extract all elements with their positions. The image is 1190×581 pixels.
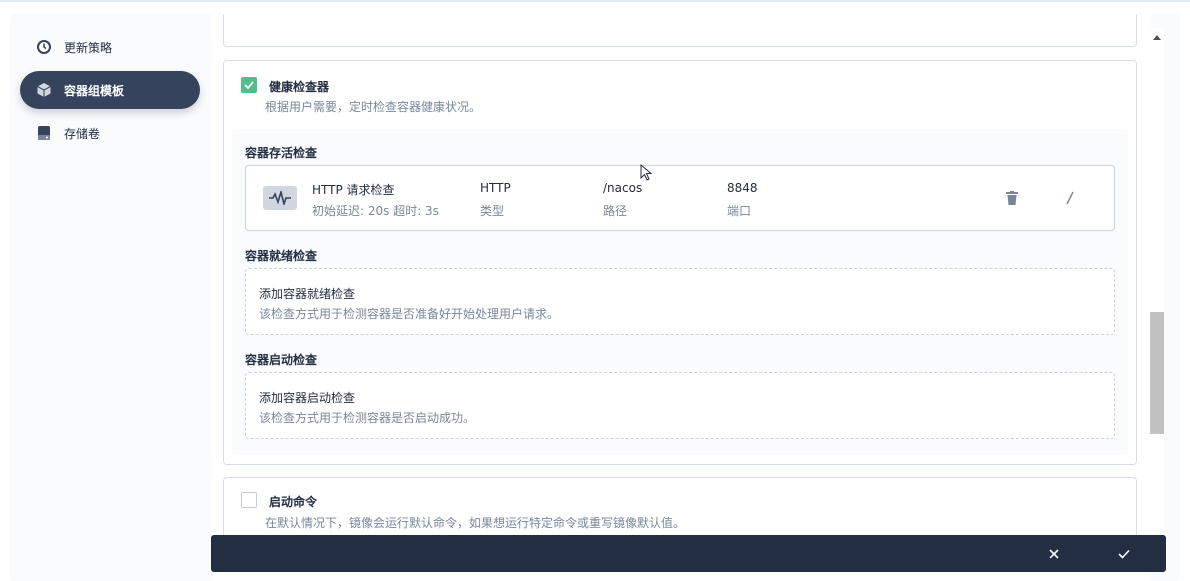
probe-path-value: /nacos [603,181,643,195]
action-footer [211,535,1166,572]
sidebar-item-label: 存储卷 [64,126,101,141]
health-checker-checkbox[interactable] [241,77,257,93]
liveness-probe-item: HTTP 请求检查 初始延迟: 20s 超时: 3s HTTP 类型 /naco… [245,165,1115,231]
start-command-title: 启动命令 [269,495,318,509]
health-checker-card: 健康检查器 根据用户需要，定时检查容器健康状况。 容器存活检查 HTTP 请求检… [223,60,1137,465]
start-command-desc: 在默认情况下，镜像会运行默认命令，如果想运行特定命令或重写镜像默认值。 [265,516,686,530]
sidebar-item-pod-template[interactable]: 容器组模板 [20,71,200,109]
probe-type-value: HTTP [480,181,511,195]
sidebar-item-update-strategy[interactable]: 更新策略 [20,28,200,66]
sidebar-nav: 更新策略 容器组模板 存储卷 [20,28,200,157]
sidebar-item-label: 更新策略 [64,40,113,55]
check-icon [244,81,254,90]
delete-probe-button[interactable] [1002,188,1022,208]
add-readiness-desc: 该检查方式用于检测容器是否准备好开始处理用户请求。 [259,307,560,321]
top-divider [0,0,1190,2]
triangle-up-icon [1153,35,1161,40]
probe-meta: 初始延迟: 20s 超时: 3s [312,204,439,218]
liveness-title: 容器存活检查 [245,146,318,160]
add-startup-title: 添加容器启动检查 [259,391,356,405]
sidebar-item-label: 容器组模板 [64,83,125,98]
probe-path-label: 路径 [603,204,628,218]
main-content: 健康检查器 根据用户需要，定时检查容器健康状况。 容器存活检查 HTTP 请求检… [211,14,1151,581]
scrollbar-thumb[interactable] [1150,312,1164,434]
check-icon [1118,549,1130,559]
probe-port-label: 端口 [727,204,752,218]
add-readiness-probe-button[interactable]: 添加容器就绪检查 该检查方式用于检测容器是否准备好开始处理用户请求。 [245,268,1115,335]
scrollbar[interactable] [1150,28,1164,541]
cube-icon [36,82,52,98]
trash-icon [1006,191,1018,205]
add-startup-desc: 该检查方式用于检测容器是否启动成功。 [259,411,476,425]
cancel-button[interactable] [1043,543,1065,565]
confirm-button[interactable] [1113,543,1135,565]
close-icon [1049,549,1059,559]
health-checks-panel: 容器存活检查 HTTP 请求检查 初始延迟: 20s 超时: 3s HTTP 类… [232,129,1128,455]
pencil-icon [1066,191,1074,205]
clock-icon [36,39,52,55]
previous-section-card [223,14,1137,47]
startup-title: 容器启动检查 [245,353,318,367]
readiness-title: 容器就绪检查 [245,249,318,263]
pulse-icon [263,186,297,210]
disk-icon [36,125,52,141]
health-checker-desc: 根据用户需要，定时检查容器健康状况。 [265,100,482,114]
mouse-cursor-icon [640,163,654,182]
sidebar-item-volumes[interactable]: 存储卷 [20,114,200,152]
add-readiness-title: 添加容器就绪检查 [259,287,356,301]
probe-name: HTTP 请求检查 [312,183,395,197]
probe-port-value: 8848 [727,181,758,195]
start-command-checkbox[interactable] [241,492,257,508]
edit-probe-button[interactable] [1060,188,1080,208]
add-startup-probe-button[interactable]: 添加容器启动检查 该检查方式用于检测容器是否启动成功。 [245,372,1115,439]
scroll-up-button[interactable] [1150,28,1164,46]
probe-type-label: 类型 [480,204,505,218]
health-checker-title: 健康检查器 [269,80,330,94]
